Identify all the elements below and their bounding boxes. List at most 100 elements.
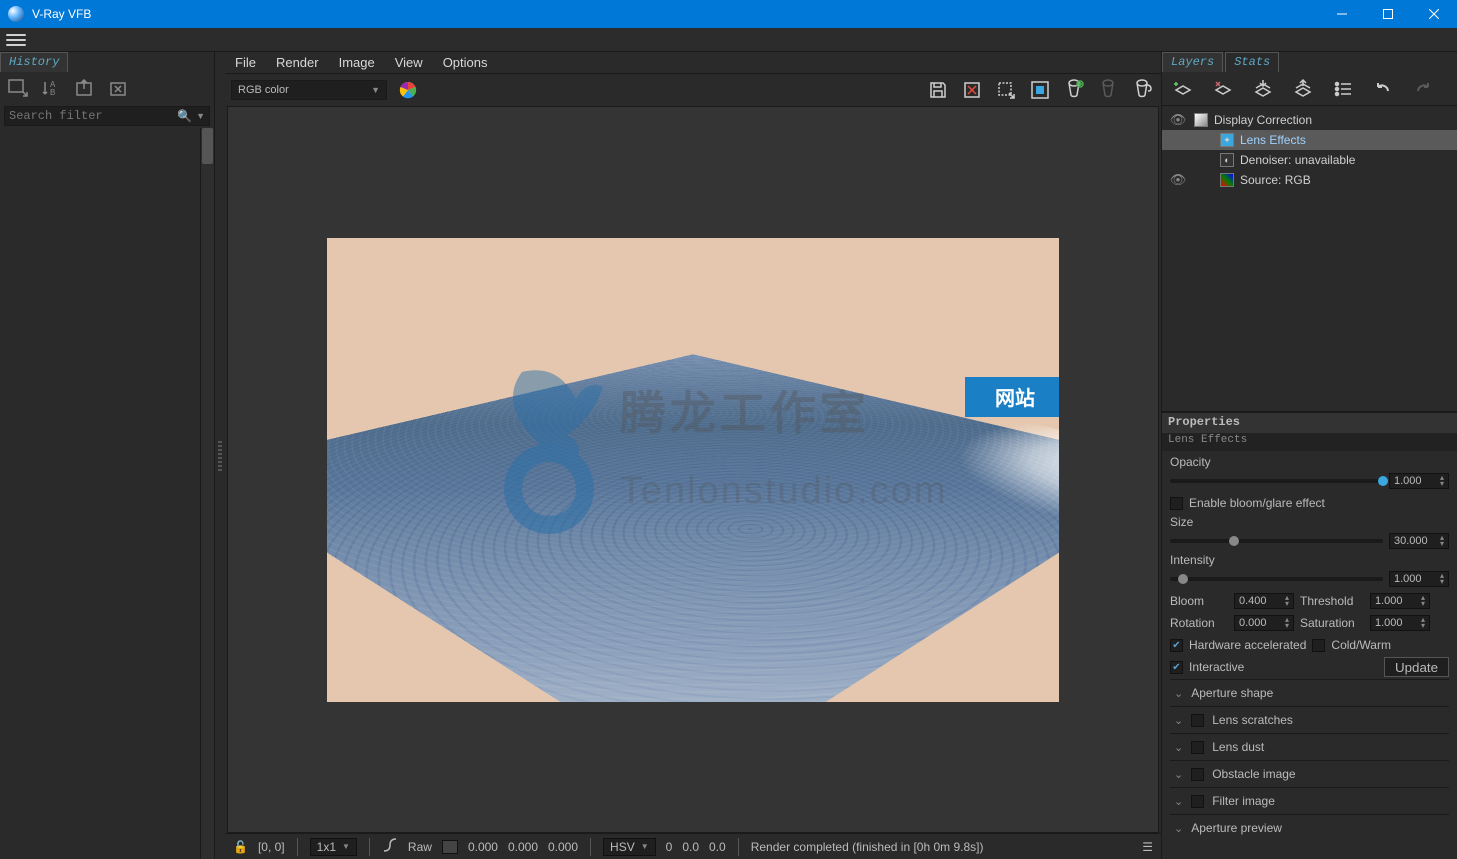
- size-value[interactable]: 30.000▴▾: [1389, 533, 1449, 549]
- load-image-icon[interactable]: [74, 76, 98, 100]
- maximize-button[interactable]: [1365, 0, 1411, 28]
- section-aperture-preview[interactable]: ⌄ Aperture preview: [1170, 814, 1449, 841]
- section-lens-dust[interactable]: ⌄ Lens dust: [1170, 733, 1449, 760]
- enable-bloom-checkbox[interactable]: [1170, 497, 1183, 510]
- section-lens-scratches[interactable]: ⌄ Lens scratches: [1170, 706, 1449, 733]
- chevron-down-icon: ▼: [371, 85, 380, 95]
- history-list: [0, 128, 214, 859]
- rotation-value[interactable]: 0.000▴▾: [1234, 615, 1294, 631]
- render-viewport[interactable]: 腾龙工作室 网站 Tenlonstudio.com: [227, 106, 1159, 833]
- color-wheel-icon[interactable]: [395, 77, 421, 103]
- status-s: 0.0: [682, 840, 699, 854]
- menu-options[interactable]: Options: [439, 53, 492, 72]
- interactive-checkbox[interactable]: ✔: [1170, 661, 1183, 674]
- opacity-slider[interactable]: [1170, 479, 1383, 483]
- chevron-down-icon[interactable]: ▼: [196, 111, 205, 121]
- zoom-selector[interactable]: 1x1▼: [310, 838, 357, 856]
- status-r: 0.000: [468, 840, 498, 854]
- search-icon: 🔍: [177, 109, 192, 123]
- properties-panel: Properties Lens Effects Opacity 1.000▴▾ …: [1162, 411, 1457, 859]
- add-layer-icon[interactable]: [1170, 76, 1196, 102]
- update-button[interactable]: Update: [1384, 657, 1449, 677]
- teapot-stop-icon[interactable]: [1095, 77, 1121, 103]
- section-filter-image[interactable]: ⌄ Filter image: [1170, 787, 1449, 814]
- panel-splitter-left[interactable]: [215, 52, 225, 859]
- rotation-label: Rotation: [1170, 616, 1228, 630]
- minimize-button[interactable]: [1319, 0, 1365, 28]
- eye-icon[interactable]: 👁: [1168, 112, 1188, 128]
- intensity-value[interactable]: 1.000▴▾: [1389, 571, 1449, 587]
- status-coords: [0, 0]: [258, 840, 285, 854]
- section-obstacle-image[interactable]: ⌄ Obstacle image: [1170, 760, 1449, 787]
- colorspace-selector[interactable]: HSV▼: [603, 838, 656, 856]
- history-scrollbar[interactable]: [200, 128, 214, 859]
- menu-render[interactable]: Render: [272, 53, 323, 72]
- eye-icon[interactable]: 👁: [1168, 172, 1188, 188]
- load-preset-icon[interactable]: [1290, 76, 1316, 102]
- history-search[interactable]: 🔍 ▼: [4, 106, 210, 126]
- menu-view[interactable]: View: [391, 53, 427, 72]
- tab-history[interactable]: History: [0, 52, 68, 72]
- status-mode: Raw: [408, 840, 432, 854]
- right-tabs: Layers Stats: [1162, 52, 1457, 72]
- layer-label: Display Correction: [1214, 113, 1312, 127]
- delete-layer-icon[interactable]: [1210, 76, 1236, 102]
- save-image-icon[interactable]: [6, 76, 30, 100]
- layer-label: Lens Effects: [1240, 133, 1306, 147]
- chevron-down-icon: ⌄: [1174, 714, 1183, 727]
- search-input[interactable]: [9, 109, 177, 123]
- redo-icon[interactable]: [1410, 76, 1436, 102]
- log-icon[interactable]: ☰: [1142, 840, 1153, 854]
- menu-bar: File Render Image View Options: [225, 52, 1161, 74]
- svg-text:B: B: [50, 88, 55, 97]
- bloom-value[interactable]: 0.400▴▾: [1234, 593, 1294, 609]
- save-icon[interactable]: [925, 77, 951, 103]
- layer-row-source[interactable]: 👁 Source: RGB: [1162, 170, 1457, 190]
- bucket-render-icon[interactable]: [1061, 77, 1087, 103]
- rgb-icon: [1220, 173, 1234, 187]
- hw-accel-checkbox[interactable]: ✔: [1170, 639, 1183, 652]
- lens-dust-checkbox[interactable]: [1191, 741, 1204, 754]
- layer-options-icon[interactable]: [1330, 76, 1356, 102]
- close-button[interactable]: [1411, 0, 1457, 28]
- viewport-toolbar: RGB color ▼: [225, 74, 1161, 106]
- watermark-subtext: Tenlonstudio.com: [620, 470, 948, 513]
- lock-icon[interactable]: 🔓: [233, 840, 248, 854]
- status-g: 0.000: [508, 840, 538, 854]
- clear-icon[interactable]: [959, 77, 985, 103]
- coldwarm-checkbox[interactable]: [1312, 639, 1325, 652]
- layer-row-lens-effects[interactable]: ✦ Lens Effects: [1162, 130, 1457, 150]
- intensity-slider[interactable]: [1170, 577, 1383, 581]
- threshold-value[interactable]: 1.000▴▾: [1370, 593, 1430, 609]
- undo-icon[interactable]: [1370, 76, 1396, 102]
- opacity-value[interactable]: 1.000▴▾: [1389, 473, 1449, 489]
- menu-image[interactable]: Image: [335, 53, 379, 72]
- obstacle-image-checkbox[interactable]: [1191, 768, 1204, 781]
- save-preset-icon[interactable]: [1250, 76, 1276, 102]
- menu-file[interactable]: File: [231, 53, 260, 72]
- watermark-logo-icon: [459, 354, 639, 534]
- render-region-icon[interactable]: [1027, 77, 1053, 103]
- filter-image-checkbox[interactable]: [1191, 795, 1204, 808]
- size-slider[interactable]: [1170, 539, 1383, 543]
- compare-ab-icon[interactable]: AB: [40, 76, 64, 100]
- lens-scratches-checkbox[interactable]: [1191, 714, 1204, 727]
- app-secondary-bar: [0, 28, 1457, 52]
- curve-icon[interactable]: [382, 837, 398, 856]
- opacity-label: Opacity: [1170, 455, 1449, 469]
- tab-stats[interactable]: Stats: [1225, 52, 1279, 72]
- region-select-icon[interactable]: [993, 77, 1019, 103]
- delete-image-icon[interactable]: [108, 76, 132, 100]
- threshold-label: Threshold: [1300, 594, 1364, 608]
- properties-subheader: Lens Effects: [1162, 433, 1457, 451]
- hamburger-icon[interactable]: [6, 30, 26, 50]
- channel-selector[interactable]: RGB color ▼: [231, 80, 387, 100]
- history-toolbar: AB: [0, 72, 214, 104]
- saturation-value[interactable]: 1.000▴▾: [1370, 615, 1430, 631]
- section-aperture-shape[interactable]: ⌄ Aperture shape: [1170, 679, 1449, 706]
- app-logo-icon: [8, 6, 24, 22]
- layer-row-denoiser[interactable]: ◐ Denoiser: unavailable: [1162, 150, 1457, 170]
- layer-row-display-correction[interactable]: 👁 Display Correction: [1162, 110, 1457, 130]
- tab-layers[interactable]: Layers: [1162, 52, 1223, 72]
- teapot-icon[interactable]: [1129, 77, 1155, 103]
